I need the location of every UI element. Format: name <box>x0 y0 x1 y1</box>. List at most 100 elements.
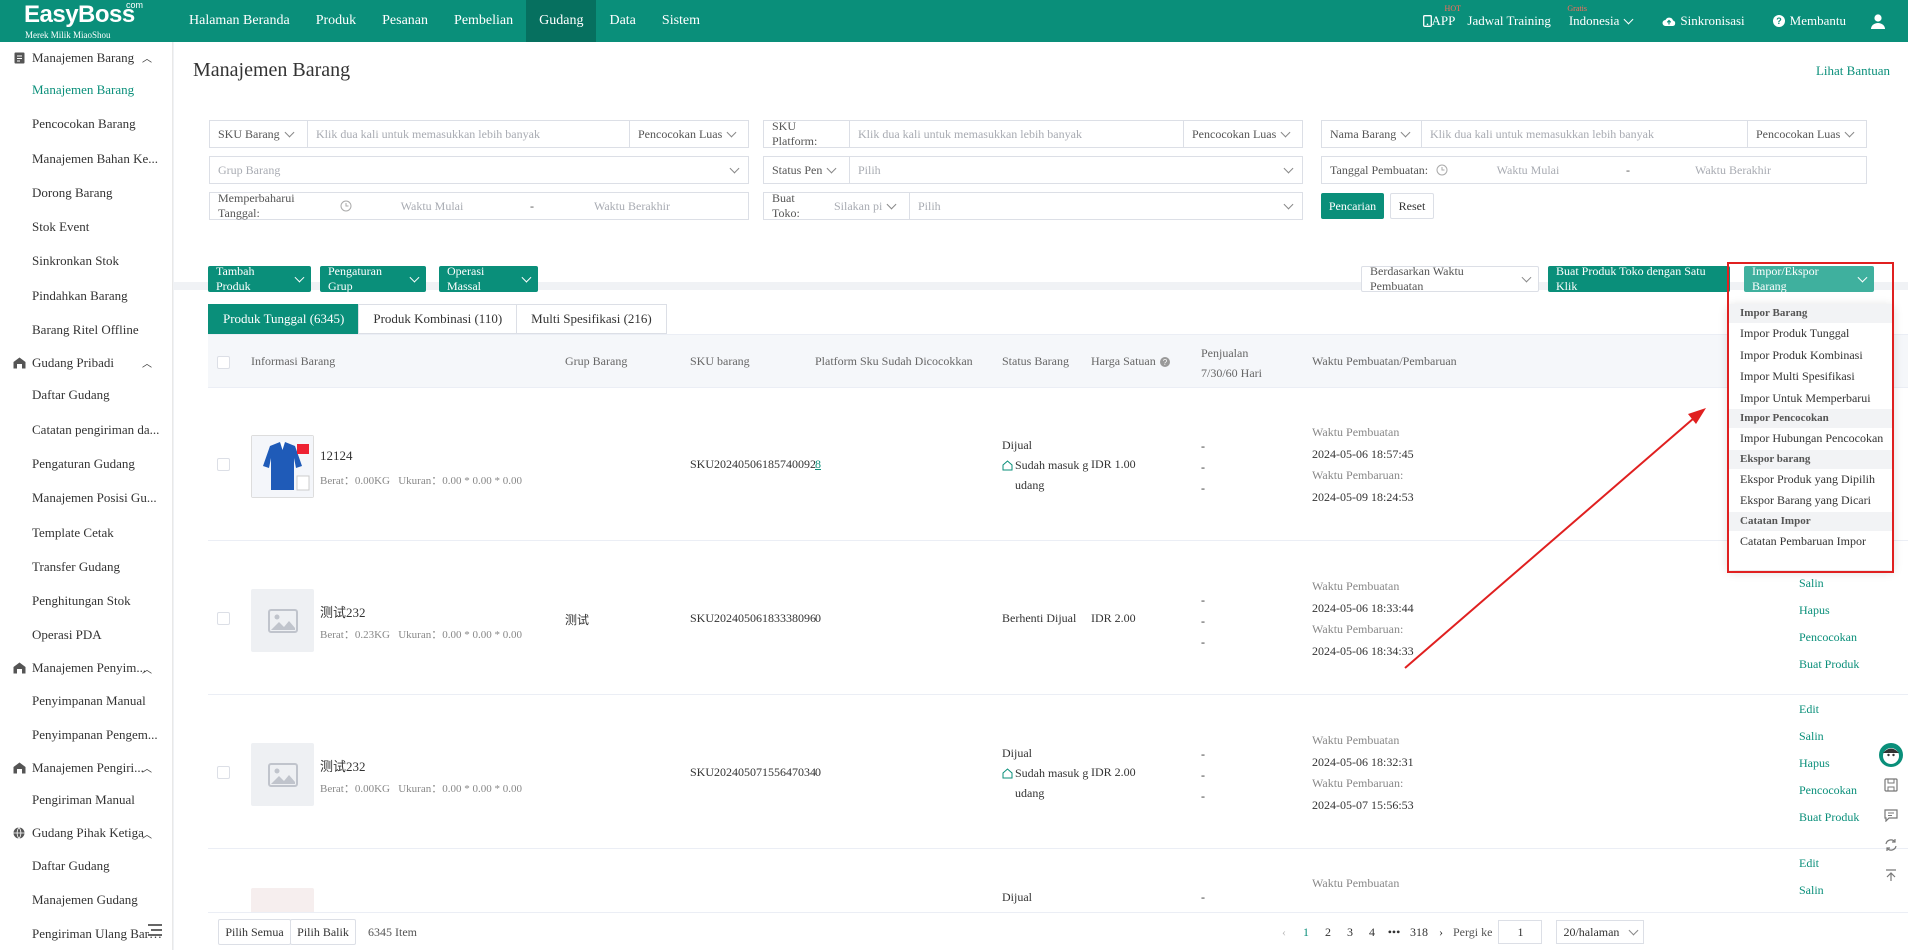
sidebar-group-gudang-pribadi[interactable]: Gudang Pribadi ︿ <box>0 347 172 378</box>
bulk-operations-button[interactable]: Operasi Massal <box>439 264 538 293</box>
sidebar-item-pengaturan-gudang[interactable]: Pengaturan Gudang <box>0 447 172 481</box>
sidebar-item-template-cetak[interactable]: Template Cetak <box>0 516 172 550</box>
delete-action[interactable]: Hapus <box>1799 597 1859 624</box>
name-input[interactable]: Klik dua kali untuk memasukkan lebih ban… <box>1422 121 1748 147</box>
one-click-create-button[interactable]: Buat Produk Toko dengan Satu Klik <box>1548 264 1730 293</box>
import-update-log[interactable]: Catatan Pembaruan Impor <box>1728 531 1893 553</box>
tab-combination-product[interactable]: Produk Kombinasi (110) <box>358 304 518 334</box>
name-match-select[interactable]: Pencocokan Luas <box>1748 121 1866 147</box>
create-product-action[interactable]: Buat Produk <box>1799 804 1859 831</box>
edit-action[interactable]: Edit <box>1799 850 1824 877</box>
nav-item-orders[interactable]: Pesanan <box>369 0 441 42</box>
sku-type-select[interactable]: SKU Barang <box>210 121 308 147</box>
sidebar-item-pencocokan-barang[interactable]: Pencocokan Barang <box>0 107 172 141</box>
row-checkbox[interactable] <box>217 612 230 625</box>
sidebar-group-manajemen-barang[interactable]: Manajemen Barang ︿ <box>0 42 172 73</box>
help-link[interactable]: Lihat Bantuan <box>1816 63 1890 79</box>
invert-selection-button[interactable]: Pilih Balik <box>290 919 356 945</box>
sidebar-item-stok-event[interactable]: Stok Event <box>0 210 172 244</box>
sidebar-item-manajemen-posisi[interactable]: Manajemen Posisi Gu... <box>0 481 172 515</box>
export-selected-products[interactable]: Ekspor Produk yang Dipilih <box>1728 469 1893 491</box>
product-thumbnail-placeholder[interactable] <box>251 743 314 806</box>
import-combination-product[interactable]: Impor Produk Kombinasi <box>1728 345 1893 367</box>
page-last[interactable]: 318 <box>1405 925 1433 940</box>
assistant-avatar-icon[interactable] <box>1874 740 1908 770</box>
delete-action[interactable]: Hapus <box>1799 750 1859 777</box>
sidebar-item-penghitungan-stok[interactable]: Penghitungan Stok <box>0 584 172 618</box>
page-4[interactable]: 4 <box>1361 925 1383 940</box>
back-to-top-icon[interactable] <box>1874 860 1908 890</box>
page-size-select[interactable]: 20/halaman <box>1556 920 1645 944</box>
updated-end-input[interactable]: Waktu Berakhir <box>552 193 712 219</box>
page-3[interactable]: 3 <box>1339 925 1361 940</box>
sidebar-item-pindahkan-barang[interactable]: Pindahkan Barang <box>0 279 172 313</box>
sidebar-item-pengiriman-ulang[interactable]: Pengiriman Ulang Barang <box>0 917 172 950</box>
product-thumbnail-placeholder[interactable] <box>251 589 314 652</box>
sidebar-item-dorong-barang[interactable]: Dorong Barang <box>0 176 172 210</box>
nav-item-purchasing[interactable]: Pembelian <box>441 0 526 42</box>
name-type-select[interactable]: Nama Barang <box>1322 121 1422 147</box>
create-product-action[interactable]: Buat Produk <box>1799 651 1859 678</box>
status-type-select[interactable]: Status Pen <box>764 157 850 183</box>
reset-button[interactable]: Reset <box>1390 193 1434 219</box>
sync-button[interactable]: Sinkronisasi <box>1662 13 1745 29</box>
edit-action[interactable]: Edit <box>1799 696 1859 723</box>
row-checkbox[interactable] <box>217 766 230 779</box>
platform-match-count[interactable]: 8 <box>815 457 821 472</box>
nav-item-warehouse[interactable]: Gudang <box>526 0 597 42</box>
product-thumbnail[interactable] <box>251 435 314 498</box>
sidebar-item-manajemen-bahan[interactable]: Manajemen Bahan Ke... <box>0 142 172 176</box>
created-end-input[interactable]: Waktu Berakhir <box>1648 157 1818 183</box>
match-action[interactable]: Pencocokan <box>1799 777 1859 804</box>
menu-collapse-icon[interactable] <box>148 924 162 940</box>
status-select[interactable]: Pilih <box>850 157 1302 183</box>
row-checkbox[interactable] <box>217 458 230 471</box>
page-ellipsis[interactable]: ••• <box>1383 925 1405 940</box>
group-select[interactable]: Grup Barang <box>209 156 749 184</box>
add-product-button[interactable]: Tambah Produk <box>208 264 311 293</box>
import-matching-relations[interactable]: Impor Hubungan Pencocokan <box>1728 428 1893 450</box>
group-settings-button[interactable]: Pengaturan Grup <box>320 264 426 293</box>
app-link[interactable]: APP HOT <box>1422 4 1461 29</box>
sidebar-item-catatan-pengiriman[interactable]: Catatan pengiriman da... <box>0 413 172 447</box>
nav-item-products[interactable]: Produk <box>303 0 369 42</box>
sku-match-select[interactable]: Pencocokan Luas <box>630 121 748 147</box>
select-all-checkbox[interactable] <box>217 356 230 369</box>
language-select[interactable]: Indonesia <box>1569 13 1634 29</box>
store-select[interactable]: Pilih <box>910 193 1302 219</box>
sidebar-item-daftar-gudang-3pl[interactable]: Daftar Gudang <box>0 849 172 883</box>
sidebar-item-barang-ritel-offline[interactable]: Barang Ritel Offline <box>0 313 172 347</box>
import-multi-spec[interactable]: Impor Multi Spesifikasi <box>1728 366 1893 388</box>
sidebar-item-operasi-pda[interactable]: Operasi PDA <box>0 618 172 652</box>
goto-page-input[interactable]: 1 <box>1498 920 1543 944</box>
user-avatar[interactable] <box>1870 13 1886 29</box>
updated-start-input[interactable]: Waktu Mulai <box>352 193 512 219</box>
prev-page-icon[interactable]: ‹ <box>1273 925 1295 940</box>
import-single-product[interactable]: Impor Produk Tunggal <box>1728 323 1893 345</box>
next-page-icon[interactable]: › <box>1433 925 1449 940</box>
page-2[interactable]: 2 <box>1317 925 1339 940</box>
sidebar-item-sinkronkan-stok[interactable]: Sinkronkan Stok <box>0 244 172 278</box>
sku-input[interactable]: Klik dua kali untuk memasukkan lebih ban… <box>308 121 630 147</box>
copy-action[interactable]: Salin <box>1799 723 1859 750</box>
nav-item-data[interactable]: Data <box>596 0 648 42</box>
platform-sku-input[interactable]: Klik dua kali untuk memasukkan lebih ban… <box>850 121 1184 147</box>
sidebar-group-manajemen-penyimpanan[interactable]: Manajemen Penyim... ︿ <box>0 653 172 684</box>
save-icon[interactable] <box>1874 770 1908 800</box>
brand-logo[interactable]: EasyBoss com Merek Milik MiaoShou <box>0 0 176 42</box>
nav-item-system[interactable]: Sistem <box>649 0 713 42</box>
import-for-update[interactable]: Impor Untuk Memperbarui <box>1728 388 1893 410</box>
search-button[interactable]: Pencarian <box>1321 193 1384 219</box>
store-type-select[interactable]: Silakan pi <box>826 193 910 219</box>
copy-action[interactable]: Salin <box>1799 570 1859 597</box>
message-icon[interactable] <box>1874 800 1908 830</box>
import-export-button[interactable]: Impor/Ekspor Barang <box>1744 264 1874 293</box>
sidebar-item-transfer-gudang[interactable]: Transfer Gudang <box>0 550 172 584</box>
export-searched-products[interactable]: Ekspor Barang yang Dicari <box>1728 490 1893 512</box>
select-all-button[interactable]: Pilih Semua <box>218 919 291 945</box>
created-start-input[interactable]: Waktu Mulai <box>1448 157 1608 183</box>
sidebar-group-manajemen-pengiriman[interactable]: Manajemen Pengiri... ︿ <box>0 752 172 783</box>
tab-multi-spec[interactable]: Multi Spesifikasi (216) <box>516 304 667 334</box>
tab-single-product[interactable]: Produk Tunggal (6345) <box>208 304 360 334</box>
platform-match-select[interactable]: Pencocokan Luas <box>1184 121 1302 147</box>
